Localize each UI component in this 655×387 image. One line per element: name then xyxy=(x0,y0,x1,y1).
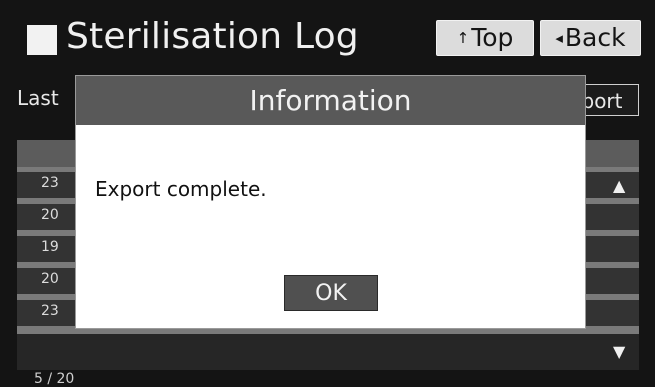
information-dialog: Information Export complete. OK xyxy=(76,76,585,328)
ok-button-label: OK xyxy=(315,281,347,306)
top-button-label: Top xyxy=(471,23,514,52)
table-cell: 23 xyxy=(41,303,59,319)
back-button-label: Back xyxy=(564,23,626,52)
back-button[interactable]: ◂Back xyxy=(540,20,641,56)
page-title: Sterilisation Log xyxy=(66,16,359,57)
ok-button[interactable]: OK xyxy=(284,275,378,311)
scroll-up-icon[interactable]: ▲ xyxy=(613,176,625,195)
table-cell: 19 xyxy=(41,239,59,255)
dialog-title: Information xyxy=(76,76,585,125)
last-label: Last xyxy=(17,86,59,110)
device-screen: Sterilisation Log ↑Top ◂Back Last port 2… xyxy=(0,0,655,387)
triangle-left-icon: ◂ xyxy=(555,29,563,47)
export-button-label: port xyxy=(581,89,623,113)
table-cell: 20 xyxy=(41,207,59,223)
table-cell: 20 xyxy=(41,271,59,287)
scroll-down-icon[interactable]: ▼ xyxy=(613,342,625,361)
arrow-up-icon: ↑ xyxy=(456,29,470,47)
table-cell: 23 xyxy=(41,175,59,191)
page-indicator: 5 / 20 xyxy=(34,371,75,387)
table-footer: ▼ xyxy=(17,334,639,370)
title-marker-icon xyxy=(27,25,57,55)
dialog-message: Export complete. xyxy=(95,177,267,201)
top-button[interactable]: ↑Top xyxy=(436,20,534,56)
